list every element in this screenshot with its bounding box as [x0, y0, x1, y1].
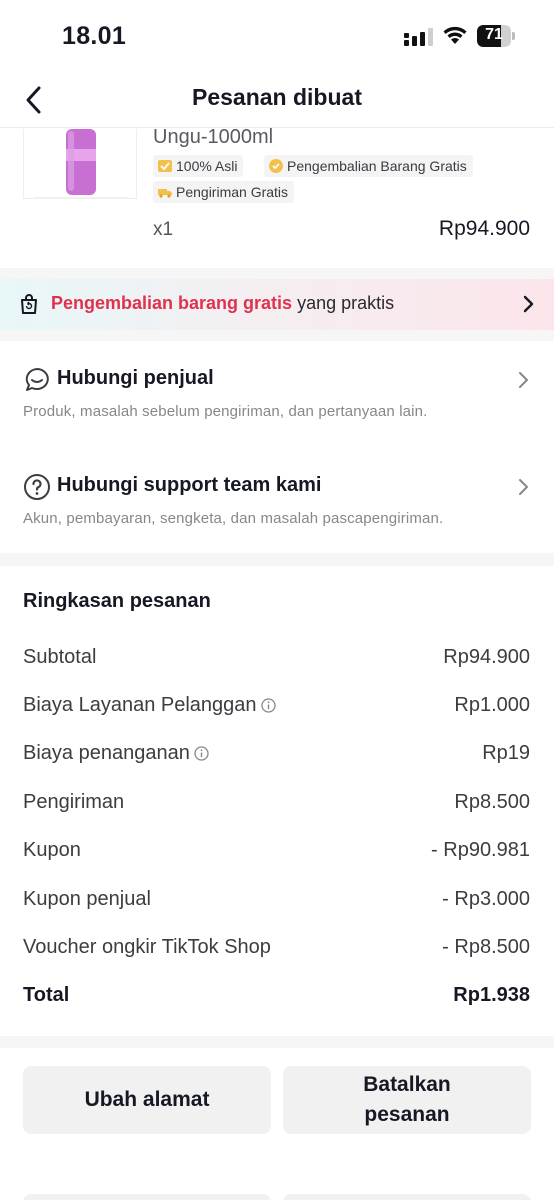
- free-return-banner[interactable]: Pengembalian barang gratis yang praktis: [0, 279, 554, 330]
- tag-free-return: Pengembalian Barang Gratis: [264, 155, 473, 177]
- product-price: Rp94.900: [438, 217, 530, 240]
- product-item[interactable]: Ungu-1000ml 100% Asli Pengembalian Baran…: [0, 126, 554, 268]
- summary-row-total: Total Rp1.938: [23, 984, 530, 1014]
- shopping-bag-return-icon: [21, 294, 37, 314]
- summary-row-shipping: Pengiriman Rp8.500: [23, 791, 530, 821]
- summary-label-wrap: Biaya Layanan Pelanggan: [23, 694, 276, 717]
- section-divider: [0, 330, 554, 341]
- chevron-right-icon: [519, 372, 528, 388]
- chevron-right-icon: [523, 295, 534, 313]
- summary-row-service-fee: Biaya Layanan Pelanggan Rp1.000: [23, 694, 530, 724]
- status-time: 18.01: [62, 22, 127, 50]
- info-icon[interactable]: [194, 746, 209, 761]
- summary-row-seller-coupon: Kupon penjual - Rp3.000: [23, 888, 530, 918]
- summary-row-shipping-voucher: Voucher ongkir TikTok Shop - Rp8.500: [23, 936, 530, 966]
- free-return-rest: yang praktis: [292, 293, 395, 313]
- battery-percentage: 71: [485, 26, 503, 43]
- contact-support-subtitle: Akun, pembayaran, sengketa, dan masalah …: [23, 510, 444, 527]
- cancel-order-label-line1: Batalkan: [363, 1073, 451, 1096]
- status-bar: 18.01 71: [0, 0, 554, 72]
- contact-seller-subtitle: Produk, masalah sebelum pengiriman, dan …: [23, 403, 428, 420]
- product-variant: Ungu-1000ml: [153, 126, 274, 148]
- summary-label: Kupon: [23, 839, 81, 861]
- summary-label: Subtotal: [23, 646, 97, 668]
- free-return-banner-text: Pengembalian barang gratis yang praktis: [51, 293, 394, 314]
- tag-free-shipping: Pengiriman Gratis: [153, 181, 295, 203]
- product-quantity: x1: [153, 219, 174, 240]
- bottom-button-partial[interactable]: [283, 1194, 531, 1200]
- tag-label: 100% Asli: [176, 158, 238, 174]
- order-actions: Ubah alamat Batalkan pesanan: [0, 1048, 554, 1200]
- summary-row-handling-fee: Biaya penanganan Rp19: [23, 742, 530, 772]
- chevron-right-icon: [519, 479, 528, 495]
- contact-support-row[interactable]: Hubungi support team kami Akun, pembayar…: [0, 448, 554, 550]
- summary-label: Biaya Layanan Pelanggan: [23, 694, 257, 716]
- contact-support-title: Hubungi support team kami: [57, 474, 322, 496]
- summary-label: Voucher ongkir TikTok Shop: [23, 936, 271, 958]
- tag-label: Pengiriman Gratis: [176, 184, 289, 200]
- product-image[interactable]: [23, 129, 137, 199]
- contact-seller-title: Hubungi penjual: [57, 367, 214, 389]
- chat-bubble-icon: [25, 368, 49, 391]
- authentic-badge-icon: [158, 160, 172, 172]
- section-divider: [0, 1036, 554, 1048]
- summary-value: Rp1.938: [453, 984, 530, 1006]
- summary-value: Rp1.000: [454, 694, 530, 716]
- summary-value: - Rp90.981: [431, 839, 530, 861]
- summary-value: Rp94.900: [443, 646, 530, 668]
- order-summary: Ringkasan pesanan Subtotal Rp94.900 Biay…: [0, 566, 554, 1036]
- page-header: Pesanan dibuat: [0, 72, 554, 128]
- summary-label: Biaya penanganan: [23, 742, 190, 764]
- summary-row-coupon: Kupon - Rp90.981: [23, 839, 530, 869]
- bottom-button-partial[interactable]: [23, 1194, 271, 1200]
- cancel-order-label-line2: pesanan: [364, 1103, 450, 1126]
- summary-value: Rp8.500: [454, 791, 530, 813]
- tag-label: Pengembalian Barang Gratis: [287, 158, 467, 174]
- page-title: Pesanan dibuat: [192, 84, 362, 110]
- summary-label: Total: [23, 984, 70, 1006]
- free-shipping-icon: [158, 189, 172, 198]
- tag-authentic: 100% Asli: [153, 155, 244, 177]
- section-divider: [0, 268, 554, 279]
- wifi-icon: [443, 26, 467, 44]
- free-return-highlight: Pengembalian barang gratis: [51, 293, 293, 313]
- cancel-order-button[interactable]: Batalkan pesanan: [283, 1066, 531, 1134]
- question-circle-icon: [24, 474, 50, 500]
- summary-row-subtotal: Subtotal Rp94.900: [23, 646, 530, 676]
- summary-label: Pengiriman: [23, 791, 125, 813]
- summary-value: - Rp3.000: [442, 888, 530, 910]
- change-address-button[interactable]: Ubah alamat: [23, 1066, 271, 1134]
- free-return-icon: [269, 159, 283, 173]
- summary-value: - Rp8.500: [442, 936, 530, 958]
- summary-label-wrap: Biaya penanganan: [23, 742, 209, 765]
- battery-icon: 71: [477, 25, 515, 47]
- order-summary-title: Ringkasan pesanan: [23, 590, 211, 612]
- cellular-signal-icon: [404, 28, 433, 46]
- contact-seller-row[interactable]: Hubungi penjual Produk, masalah sebelum …: [0, 341, 554, 443]
- summary-label: Kupon penjual: [23, 888, 151, 910]
- summary-value: Rp19: [482, 742, 530, 764]
- info-icon[interactable]: [260, 698, 276, 713]
- section-divider: [0, 553, 554, 566]
